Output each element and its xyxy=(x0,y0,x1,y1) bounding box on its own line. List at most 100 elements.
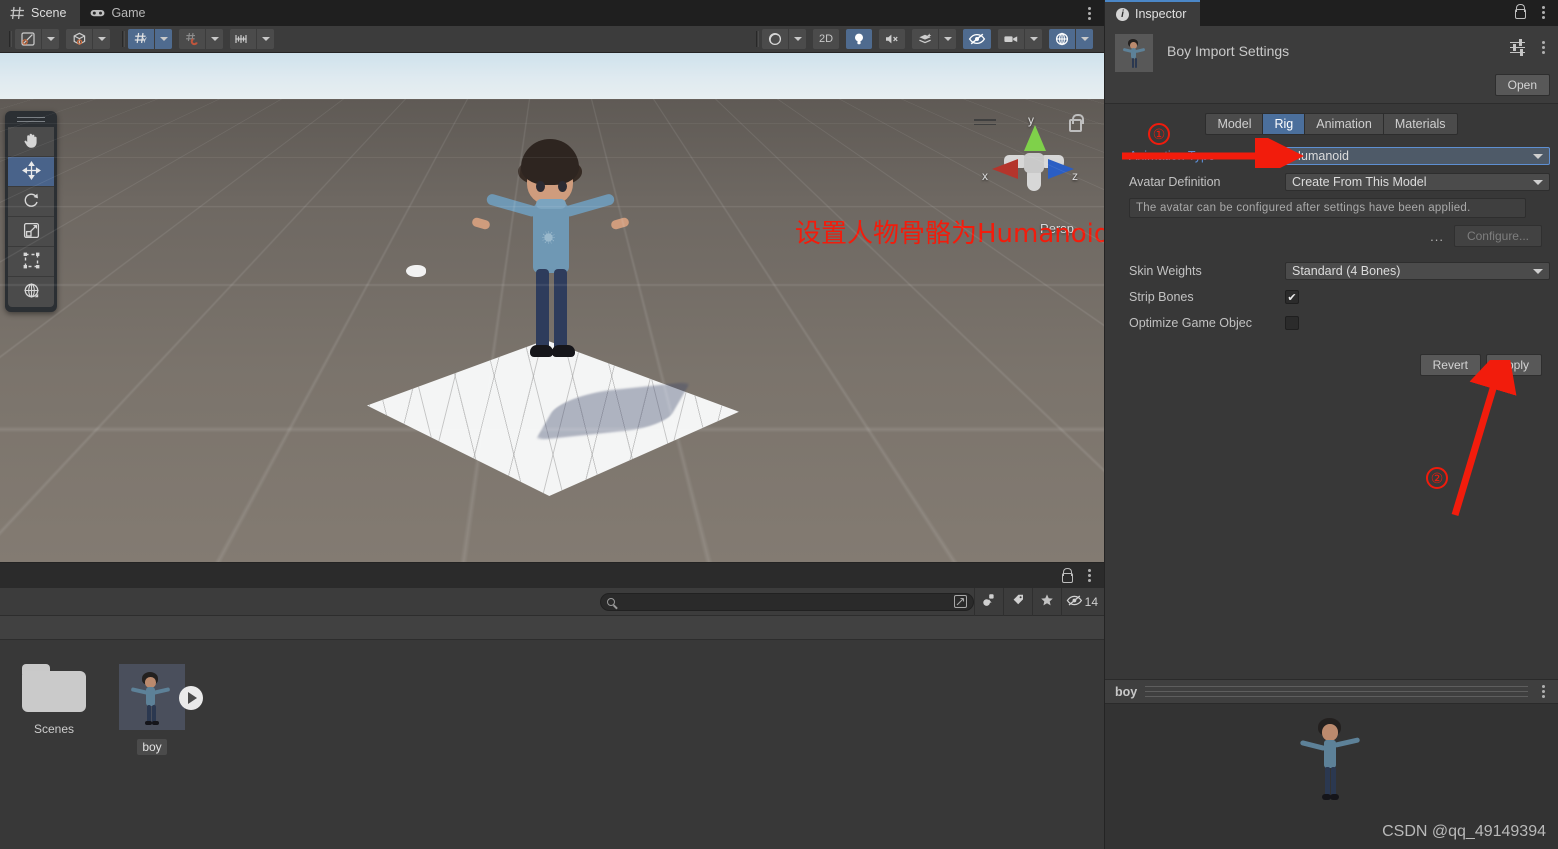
filter-by-type-button[interactable] xyxy=(973,587,1003,616)
gizmo-z-axis-cone[interactable] xyxy=(1048,159,1074,179)
scene-tool-palette xyxy=(5,111,57,312)
character-left-shoe xyxy=(530,345,553,357)
revert-button[interactable]: Revert xyxy=(1419,354,1481,376)
increment-snap-dropdown[interactable] xyxy=(257,29,274,49)
sphere-icon[interactable] xyxy=(762,29,788,49)
project-lock-icon[interactable] xyxy=(1062,567,1073,583)
toolbar-group-audio xyxy=(879,29,906,49)
shading-dropdown[interactable] xyxy=(789,29,806,49)
character-right-leg xyxy=(554,269,567,351)
eye-off-icon[interactable] xyxy=(963,29,991,49)
gizmo-globe-icon[interactable] xyxy=(1049,29,1075,49)
inspector-tabbar-right xyxy=(1515,4,1558,26)
inspector-tabbar: i Inspector xyxy=(1105,0,1558,26)
avatar-help-text: The avatar can be configured after setti… xyxy=(1129,198,1526,218)
tab-inspector-label: Inspector xyxy=(1135,7,1187,21)
open-button[interactable]: Open xyxy=(1494,74,1550,96)
presets-sliders-icon[interactable] xyxy=(1510,38,1525,56)
cube-icon[interactable] xyxy=(66,29,92,49)
move-tool[interactable] xyxy=(8,157,54,187)
gizmos-dropdown[interactable] xyxy=(1076,29,1093,49)
avatar-definition-dropdown[interactable]: Create From This Model xyxy=(1285,173,1550,191)
tab-inspector[interactable]: i Inspector xyxy=(1105,0,1201,26)
tab-scene-label: Scene xyxy=(31,6,67,20)
inspector-kebab-menu-icon[interactable] xyxy=(1536,4,1550,20)
tool-palette-grip[interactable] xyxy=(8,115,54,124)
preview-play-button[interactable] xyxy=(179,686,203,710)
scene-toolbar-right: 2D xyxy=(751,29,1100,49)
tab-scene[interactable]: Scene xyxy=(0,0,81,26)
camera-icon[interactable] xyxy=(998,29,1024,49)
gizmo-x-axis-cone[interactable] xyxy=(992,159,1018,179)
fx-layers-icon[interactable] xyxy=(912,29,938,49)
asset-item-scenes[interactable]: Scenes xyxy=(0,664,108,849)
chevron-down-icon xyxy=(46,37,55,41)
toolbar-separator-2 xyxy=(122,31,123,47)
project-tabbar xyxy=(0,562,1104,588)
project-breadcrumb-bar[interactable] xyxy=(0,616,1104,640)
tab-materials[interactable]: Materials xyxy=(1382,113,1458,135)
inspector-settings-kebab-icon[interactable] xyxy=(1536,39,1550,55)
asset-item-boy[interactable]: boy xyxy=(98,664,206,849)
chevron-down-icon xyxy=(1533,268,1543,274)
filter-by-label-button[interactable] xyxy=(1002,587,1032,616)
mute-audio-icon[interactable] xyxy=(879,29,905,49)
shading-mode-icon[interactable] xyxy=(15,29,41,49)
configure-row: ... Configure... xyxy=(1105,218,1550,247)
preview-resize-grip[interactable] xyxy=(1145,685,1528,699)
hidden-count-label: 14 xyxy=(1084,594,1098,609)
cloud-particle xyxy=(406,265,426,277)
toolbar-group-effects xyxy=(912,29,957,49)
apply-button[interactable]: Apply xyxy=(1485,354,1542,376)
boy-character-model[interactable] xyxy=(448,139,648,409)
scale-tool[interactable] xyxy=(8,217,54,247)
preview-body[interactable]: CSDN @qq_49149394 xyxy=(1105,704,1558,849)
preview-header[interactable]: boy xyxy=(1105,679,1558,704)
scene-kebab-menu-icon[interactable] xyxy=(1082,5,1096,21)
animation-type-dropdown[interactable]: Humanoid xyxy=(1285,147,1550,165)
magnet-snap-dropdown[interactable] xyxy=(206,29,223,49)
camera-dropdown[interactable] xyxy=(1025,29,1042,49)
gizmo-y-axis-cone[interactable] xyxy=(1024,125,1046,151)
save-search-icon[interactable] xyxy=(953,595,967,608)
skin-weights-value: Standard (4 Bones) xyxy=(1292,264,1401,278)
scene-viewport[interactable]: y x z Persp 设置人物骨骼为Humanoid xyxy=(0,53,1104,562)
effects-dropdown[interactable] xyxy=(939,29,956,49)
magnet-icon[interactable] xyxy=(179,29,205,49)
rig-settings-rows: Animation Type Humanoid Avatar Definitio… xyxy=(1105,143,1558,376)
skin-weights-dropdown[interactable]: Standard (4 Bones) xyxy=(1285,262,1550,280)
transform-tool[interactable] xyxy=(8,277,54,307)
ruler-icon[interactable] xyxy=(230,29,256,49)
lock-open-icon[interactable] xyxy=(1515,4,1526,19)
configure-button[interactable]: Configure... xyxy=(1453,225,1542,247)
draw-mode-dropdown[interactable] xyxy=(42,29,59,49)
grid-snap-icon[interactable]: Y xyxy=(128,29,154,49)
scene-orientation-gizmo[interactable]: y x z xyxy=(982,113,1080,207)
lightbulb-icon[interactable] xyxy=(846,29,872,49)
preview-kebab-menu-icon[interactable] xyxy=(1536,684,1550,700)
grid-snap-dropdown[interactable] xyxy=(155,29,172,49)
rect-transform-icon xyxy=(22,251,41,273)
search-input[interactable] xyxy=(614,595,950,608)
optimize-game-object-checkbox[interactable] xyxy=(1285,316,1299,330)
tab-game[interactable]: Game xyxy=(80,0,159,26)
project-kebab-menu-icon[interactable] xyxy=(1082,568,1096,584)
toggle-2d-button[interactable]: 2D xyxy=(813,29,839,49)
gizmo-cube-dropdown[interactable] xyxy=(93,29,110,49)
project-assets-grid[interactable]: Scenes boy xyxy=(0,640,1104,849)
tab-rig[interactable]: Rig xyxy=(1262,113,1305,135)
hidden-assets-count[interactable]: 14 xyxy=(1060,587,1104,616)
tab-model[interactable]: Model xyxy=(1205,113,1263,135)
import-settings-tabs: Model Rig Animation Materials xyxy=(1205,113,1458,135)
label-tag-icon xyxy=(1011,593,1025,610)
tab-animation[interactable]: Animation xyxy=(1304,113,1383,135)
project-search-box[interactable] xyxy=(599,592,974,611)
hand-tool[interactable] xyxy=(8,127,54,157)
gizmo-center[interactable] xyxy=(1024,153,1044,173)
strip-bones-checkbox[interactable]: ✔ xyxy=(1285,290,1299,304)
toolbar-group-scene-visibility xyxy=(963,29,992,49)
rotate-tool[interactable] xyxy=(8,187,54,217)
filter-favorites-button[interactable] xyxy=(1031,587,1061,616)
gizmo-y-label: y xyxy=(1028,113,1034,127)
rect-tool[interactable] xyxy=(8,247,54,277)
